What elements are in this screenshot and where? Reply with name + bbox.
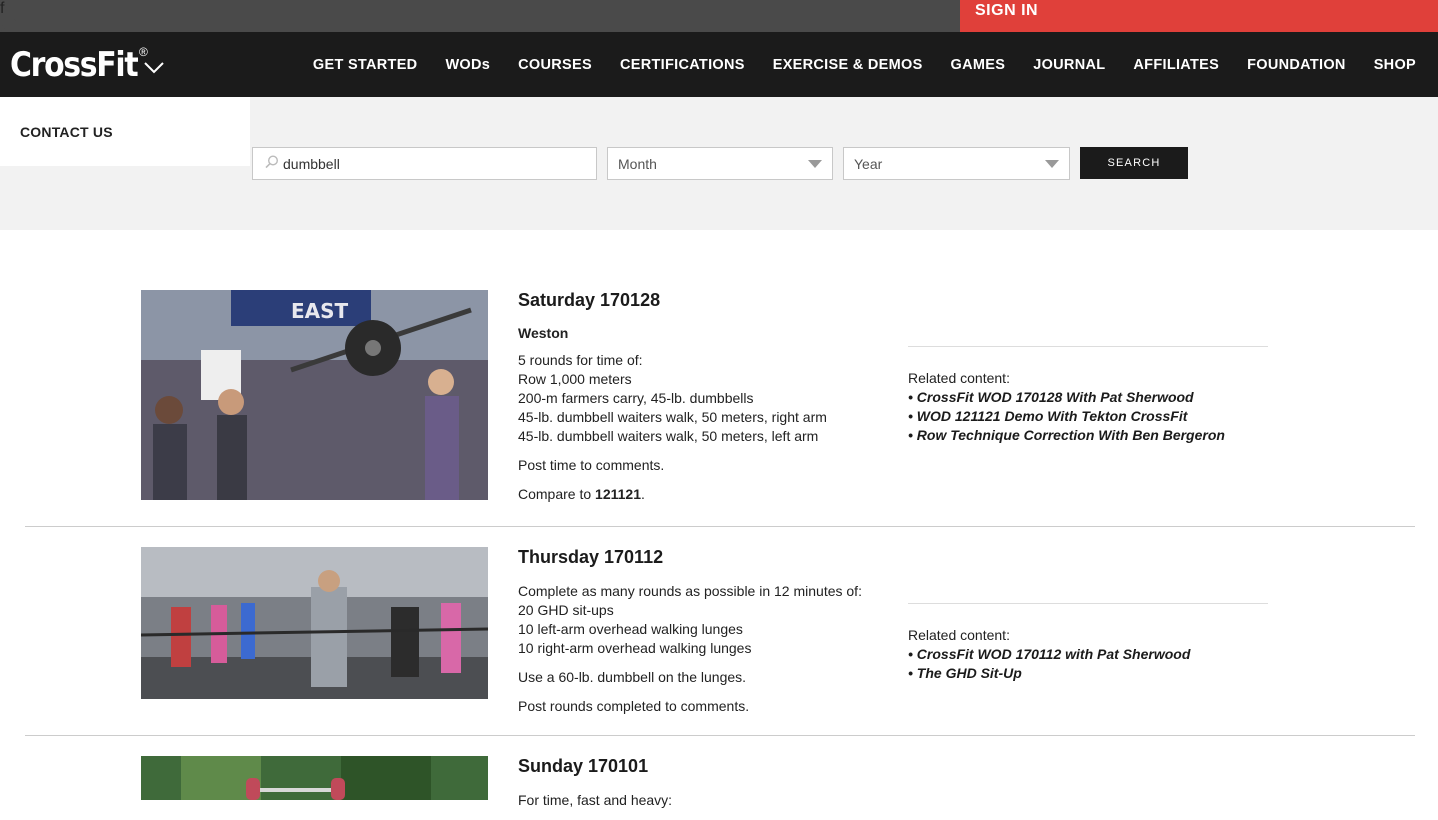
wod-note: Use a 60-lb. dumbbell on the lunges. (518, 669, 747, 685)
wod-image[interactable] (141, 756, 488, 800)
wod-workout: For time, fast and heavy: (518, 791, 898, 810)
wod-name: Weston (518, 325, 569, 341)
workout-line: Complete as many rounds as possible in 1… (518, 583, 862, 599)
nav-certifications[interactable]: CERTIFICATIONS (620, 57, 745, 73)
compare-suffix: . (641, 486, 645, 502)
workout-line: 45-lb. dumbbell waiters walk, 50 meters,… (518, 409, 827, 425)
related-link-text: WOD 121121 Demo With Tekton CrossFit (916, 408, 1188, 424)
dropdown-arrow-icon (808, 160, 822, 168)
related-link[interactable]: • WOD 121121 Demo With Tekton CrossFit (908, 407, 1268, 426)
related-content: Related content: • CrossFit WOD 170112 w… (908, 603, 1268, 683)
main-navigation: CrossFit ® GET STARTED WODs COURSES CERT… (0, 32, 1438, 97)
nav-wods[interactable]: WODs (445, 57, 490, 73)
contact-us-link[interactable]: CONTACT US (0, 97, 250, 166)
nav-journal[interactable]: JOURNAL (1033, 57, 1105, 73)
related-content: Related content: • CrossFit WOD 170128 W… (908, 346, 1268, 445)
related-label: Related content: (908, 370, 1010, 386)
sign-in-button[interactable]: SIGN IN (960, 0, 1438, 32)
wod-image[interactable] (141, 547, 488, 699)
svg-text:EAST: EAST (291, 299, 349, 323)
related-link-text: Row Technique Correction With Ben Berger… (916, 427, 1225, 443)
wod-title[interactable]: Saturday 170128 (518, 290, 898, 311)
wod-content: Sunday 170101 For time, fast and heavy: (518, 756, 898, 820)
nav-shop[interactable]: SHOP (1374, 57, 1416, 73)
workout-line: For time, fast and heavy: (518, 792, 673, 808)
related-link[interactable]: • The GHD Sit-Up (908, 664, 1268, 683)
nav-courses[interactable]: COURSES (518, 57, 592, 73)
search-button[interactable]: SEARCH (1080, 147, 1188, 179)
nav-get-started[interactable]: GET STARTED (313, 57, 418, 73)
wod-post-note: Post time to comments. (518, 457, 665, 473)
divider (25, 526, 1415, 527)
search-icon (265, 155, 279, 169)
workout-line: Row 1,000 meters (518, 371, 632, 387)
related-link-text: CrossFit WOD 170128 With Pat Sherwood (916, 389, 1194, 405)
wod-workout: 5 rounds for time of: Row 1,000 meters 2… (518, 351, 898, 446)
top-bar: f YouTube SIGN IN (0, 0, 1438, 74)
workout-line: 200-m farmers carry, 45-lb. dumbbells (518, 390, 754, 406)
related-link[interactable]: • Row Technique Correction With Ben Berg… (908, 426, 1268, 445)
crossfit-logo[interactable]: CrossFit (10, 46, 139, 84)
workout-line: 10 right-arm overhead walking lunges (518, 640, 752, 656)
related-link[interactable]: • CrossFit WOD 170112 with Pat Sherwood (908, 645, 1268, 664)
workout-line: 10 left-arm overhead walking lunges (518, 621, 743, 637)
wod-workout: Complete as many rounds as possible in 1… (518, 582, 898, 658)
related-link-text: CrossFit WOD 170112 with Pat Sherwood (916, 646, 1191, 662)
wod-title[interactable]: Sunday 170101 (518, 756, 898, 777)
month-select[interactable]: Month (607, 147, 833, 180)
chevron-down-icon[interactable] (144, 60, 164, 74)
compare-link[interactable]: 121121 (595, 486, 641, 502)
year-select-label: Year (854, 156, 883, 172)
workout-line: 45-lb. dumbbell waiters walk, 50 meters,… (518, 428, 819, 444)
wod-title[interactable]: Thursday 170112 (518, 547, 898, 568)
wod-image[interactable]: EAST (141, 290, 488, 500)
nav-links: GET STARTED WODs COURSES CERTIFICATIONS … (285, 32, 1416, 97)
nav-exercise-demos[interactable]: EXERCISE & DEMOS (773, 57, 923, 73)
nav-affiliates[interactable]: AFFILIATES (1133, 57, 1219, 73)
divider (25, 735, 1415, 736)
dropdown-arrow-icon (1045, 160, 1059, 168)
nav-games[interactable]: GAMES (951, 57, 1006, 73)
search-field[interactable] (252, 147, 597, 180)
year-select[interactable]: Year (843, 147, 1070, 180)
wod-post-note: Post rounds completed to comments. (518, 698, 750, 714)
wod-content: Saturday 170128 Weston 5 rounds for time… (518, 290, 898, 514)
workout-line: 20 GHD sit-ups (518, 602, 614, 618)
nav-foundation[interactable]: FOUNDATION (1247, 57, 1346, 73)
month-select-label: Month (618, 156, 657, 172)
search-area: CONTACT US Month Year SEARCH (0, 97, 1438, 230)
search-input[interactable] (283, 148, 588, 179)
compare-prefix: Compare to (518, 486, 596, 502)
related-label: Related content: (908, 627, 1010, 643)
workout-line: 5 rounds for time of: (518, 352, 643, 368)
wod-content: Thursday 170112 Complete as many rounds … (518, 547, 898, 726)
registered-mark: ® (139, 45, 148, 59)
related-link[interactable]: • CrossFit WOD 170128 With Pat Sherwood (908, 388, 1268, 407)
related-link-text: The GHD Sit-Up (916, 665, 1022, 681)
wod-compare: Compare to 121121. (518, 485, 898, 504)
